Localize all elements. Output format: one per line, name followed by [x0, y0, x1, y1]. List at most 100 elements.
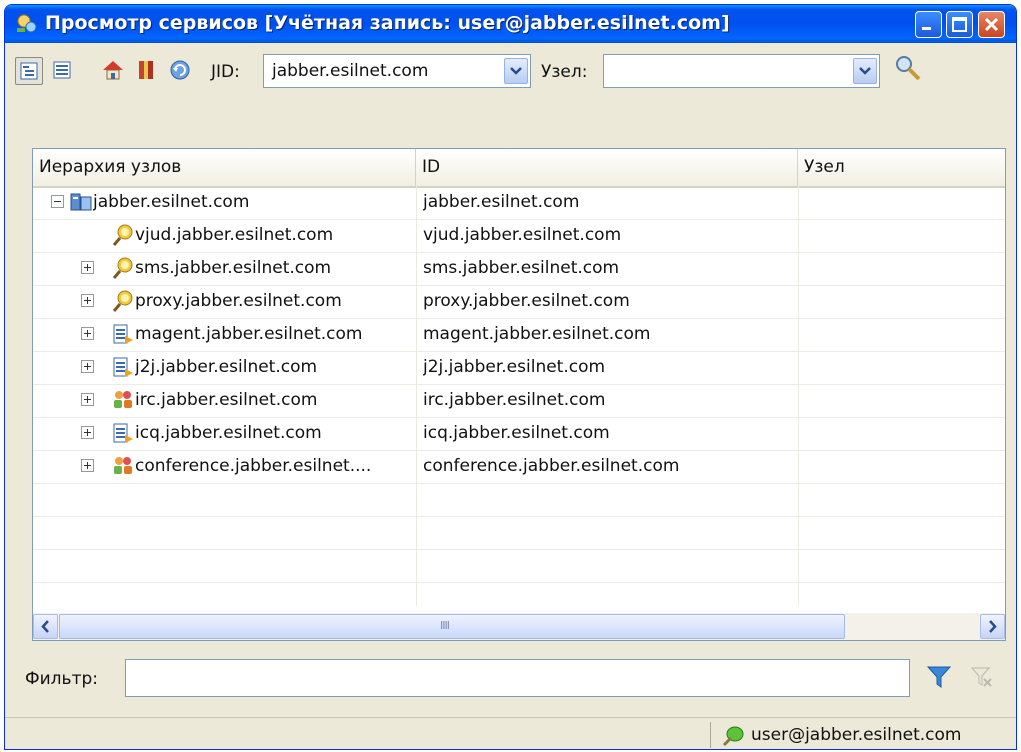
node-id: irc.jabber.esilnet.com [423, 390, 606, 410]
expand-node-button[interactable] [81, 393, 94, 406]
title-bar[interactable]: Просмотр сервисов [Учётная запись: user@… [5, 5, 1016, 43]
clear-filter-icon [970, 667, 992, 687]
conference-icon [114, 391, 132, 408]
column-header-node[interactable]: Узел [798, 149, 1005, 186]
node-name: irc.jabber.esilnet.com [135, 390, 318, 410]
empty-row [33, 516, 1005, 550]
refresh-button[interactable] [167, 57, 195, 85]
node-id: icq.jabber.esilnet.com [423, 423, 610, 443]
node-label: Узел: [541, 62, 588, 82]
gateway-icon [113, 357, 133, 377]
tree-view-icon [20, 62, 38, 80]
table-row[interactable]: jabber.esilnet.com jabber.esilnet.com [33, 186, 1005, 220]
filter-input[interactable] [125, 659, 910, 697]
table-row[interactable]: icq.jabber.esilnet.com icq.jabber.esilnet… [33, 417, 1005, 451]
table-row[interactable]: j2j.jabber.esilnet.com j2j.jabber.esilnet… [33, 351, 1005, 385]
clear-filter-button[interactable] [967, 663, 995, 691]
gateway-icon [113, 423, 133, 443]
minimize-icon [922, 27, 931, 30]
arrow-left-icon [41, 620, 49, 633]
toolbar: JID: jabber.esilnet.com Узел: [5, 43, 1016, 99]
node-name: j2j.jabber.esilnet.com [135, 357, 318, 377]
arrow-right-icon [989, 620, 997, 633]
filter-funnel-icon [926, 666, 952, 688]
search-service-icon [112, 257, 133, 279]
bookmarks-icon [139, 61, 153, 79]
close-icon [984, 17, 999, 32]
refresh-icon [170, 60, 190, 80]
node-id: magent.jabber.esilnet.com [423, 324, 651, 344]
node-combobox[interactable] [603, 54, 880, 88]
table-row[interactable]: irc.jabber.esilnet.com irc.jabber.esilnet… [33, 384, 1005, 418]
jid-combobox[interactable]: jabber.esilnet.com [263, 54, 531, 88]
apply-filter-button[interactable] [925, 663, 953, 691]
scroll-thumb[interactable]: IIII [59, 614, 845, 639]
service-tree-list[interactable]: Иерархия узлов ID Узел jabber.esilnet.co… [32, 148, 1006, 641]
discover-button[interactable] [893, 53, 921, 81]
expand-node-button[interactable] [81, 426, 94, 439]
status-account: user@jabber.esilnet.com [751, 725, 962, 745]
gateway-icon [113, 324, 133, 344]
search-service-icon [112, 224, 133, 246]
conference-icon [114, 457, 132, 474]
scroll-grip: IIII [440, 619, 450, 632]
table-row[interactable]: magent.jabber.esilnet.com magent.jabber.e… [33, 318, 1005, 352]
node-id: vjud.jabber.esilnet.com [423, 225, 622, 245]
node-id: j2j.jabber.esilnet.com [423, 357, 606, 377]
close-button[interactable] [978, 11, 1005, 38]
node-id: proxy.jabber.esilnet.com [423, 291, 630, 311]
column-header-hierarchy[interactable]: Иерархия узлов [33, 149, 416, 186]
scroll-left-button[interactable] [33, 614, 58, 639]
service-discovery-icon [17, 14, 37, 33]
node-name: vjud.jabber.esilnet.com [135, 225, 334, 245]
node-name: conference.jabber.esilnet.... [135, 456, 372, 476]
list-view-button[interactable] [49, 57, 77, 85]
service-discovery-window: Просмотр сервисов [Учётная запись: user@… [4, 4, 1017, 750]
maximize-button[interactable] [946, 11, 973, 38]
expand-node-button[interactable] [81, 261, 94, 274]
expand-node-button[interactable] [81, 327, 94, 340]
column-header-id[interactable]: ID [416, 149, 798, 186]
maximize-icon [952, 17, 967, 32]
jid-value: jabber.esilnet.com [272, 61, 429, 81]
node-name: sms.jabber.esilnet.com [135, 258, 332, 278]
expand-node-button[interactable] [81, 459, 94, 472]
chevron-down-icon [859, 67, 871, 75]
table-row[interactable]: conference.jabber.esilnet.... conference.… [33, 450, 1005, 484]
empty-row [33, 549, 1005, 583]
filter-label: Фильтр: [25, 669, 98, 689]
bookmarks-button[interactable] [133, 57, 161, 85]
node-name: magent.jabber.esilnet.com [135, 324, 363, 344]
collapse-node-button[interactable] [51, 195, 64, 208]
minimize-button[interactable] [915, 11, 942, 38]
magnifier-icon [896, 56, 921, 81]
node-name: jabber.esilnet.com [93, 192, 250, 212]
search-service-icon [112, 290, 133, 312]
online-status-icon [722, 726, 744, 747]
chevron-down-icon [510, 67, 522, 75]
node-id: conference.jabber.esilnet.com [423, 456, 680, 476]
expand-node-button[interactable] [81, 294, 94, 307]
table-row[interactable]: vjud.jabber.esilnet.com vjud.jabber.esiln… [33, 219, 1005, 253]
scroll-right-button[interactable] [980, 614, 1005, 639]
jid-dropdown-button[interactable] [504, 58, 528, 84]
status-bar: user@jabber.esilnet.com [5, 717, 1016, 749]
window-title: Просмотр сервисов [Учётная запись: user@… [45, 12, 730, 34]
node-id: sms.jabber.esilnet.com [423, 258, 620, 278]
node-id: jabber.esilnet.com [423, 192, 580, 212]
node-name: icq.jabber.esilnet.com [135, 423, 322, 443]
home-icon [103, 61, 123, 80]
empty-row [33, 483, 1005, 517]
node-dropdown-button[interactable] [853, 58, 877, 84]
table-row[interactable]: proxy.jabber.esilnet.com proxy.jabber.esi… [33, 285, 1005, 319]
expand-node-button[interactable] [81, 360, 94, 373]
server-icon [70, 193, 92, 211]
horizontal-scrollbar[interactable]: IIII [33, 613, 1005, 640]
tree-view-button[interactable] [15, 57, 43, 85]
table-row[interactable]: sms.jabber.esilnet.com sms.jabber.esilnet… [33, 252, 1005, 286]
home-button[interactable] [100, 57, 128, 85]
list-view-icon [53, 61, 71, 79]
status-separator [710, 722, 711, 748]
node-name: proxy.jabber.esilnet.com [135, 291, 342, 311]
column-header-row: Иерархия узлов ID Узел [33, 149, 1005, 188]
